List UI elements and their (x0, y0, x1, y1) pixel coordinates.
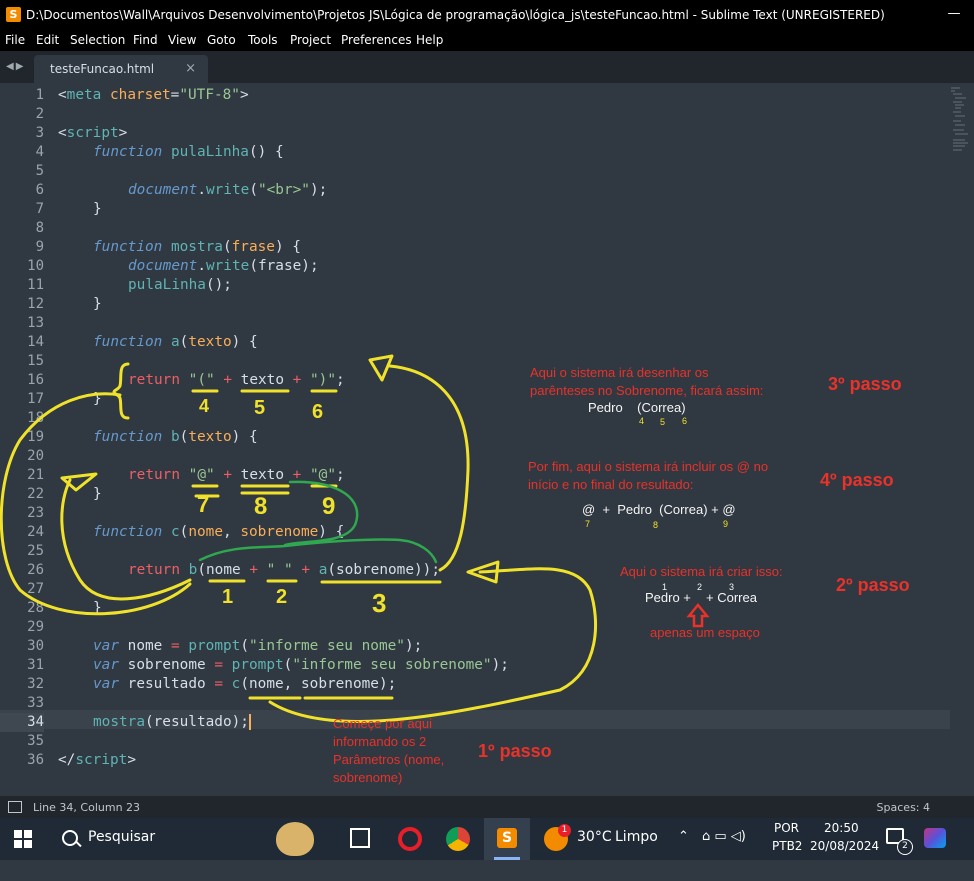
weather-badge: 1 (558, 824, 571, 837)
task-view-icon[interactable] (350, 828, 370, 848)
copilot-icon[interactable] (924, 828, 946, 848)
chrome-icon[interactable] (446, 827, 470, 851)
search-placeholder: Pesquisar (88, 829, 156, 845)
weather-desc: Limpo (615, 829, 658, 845)
status-bar: Line 34, Column 23 Spaces: 4 (0, 796, 974, 818)
cursor-position: Line 34, Column 23 (33, 801, 141, 814)
windows-taskbar: Pesquisar S 1 30°C Limpo ⌃ ⌂ ▭ ◁) POR PT… (0, 818, 974, 860)
search-highlight-icon[interactable] (276, 822, 314, 856)
sublime-text-icon: S (497, 828, 517, 848)
weather-temp: 30°C (577, 829, 612, 845)
search-icon (62, 830, 78, 846)
clock-date[interactable]: 20/08/2024 (810, 839, 879, 881)
sublime-taskbar-button[interactable]: S (484, 818, 530, 860)
notification-count: 2 (897, 839, 913, 855)
chevron-up-icon[interactable]: ⌃ (678, 829, 689, 871)
panel-toggle-icon[interactable] (8, 801, 22, 813)
tray-icons[interactable]: ⌂ ▭ ◁) (702, 829, 746, 871)
keyboard-layout[interactable]: PTB2 (772, 839, 802, 881)
step2-note: apenas um espaço (650, 625, 760, 640)
step1-description: Começe por aqui informando os 2 Parâmetr… (333, 716, 445, 785)
opera-icon[interactable] (398, 827, 422, 851)
step2-label: 2º passo (836, 575, 910, 595)
indentation-setting[interactable]: Spaces: 4 (877, 801, 930, 814)
up-arrow-icon (686, 603, 710, 628)
step1-label: 1º passo (478, 741, 552, 761)
windows-start-icon[interactable] (14, 830, 32, 848)
